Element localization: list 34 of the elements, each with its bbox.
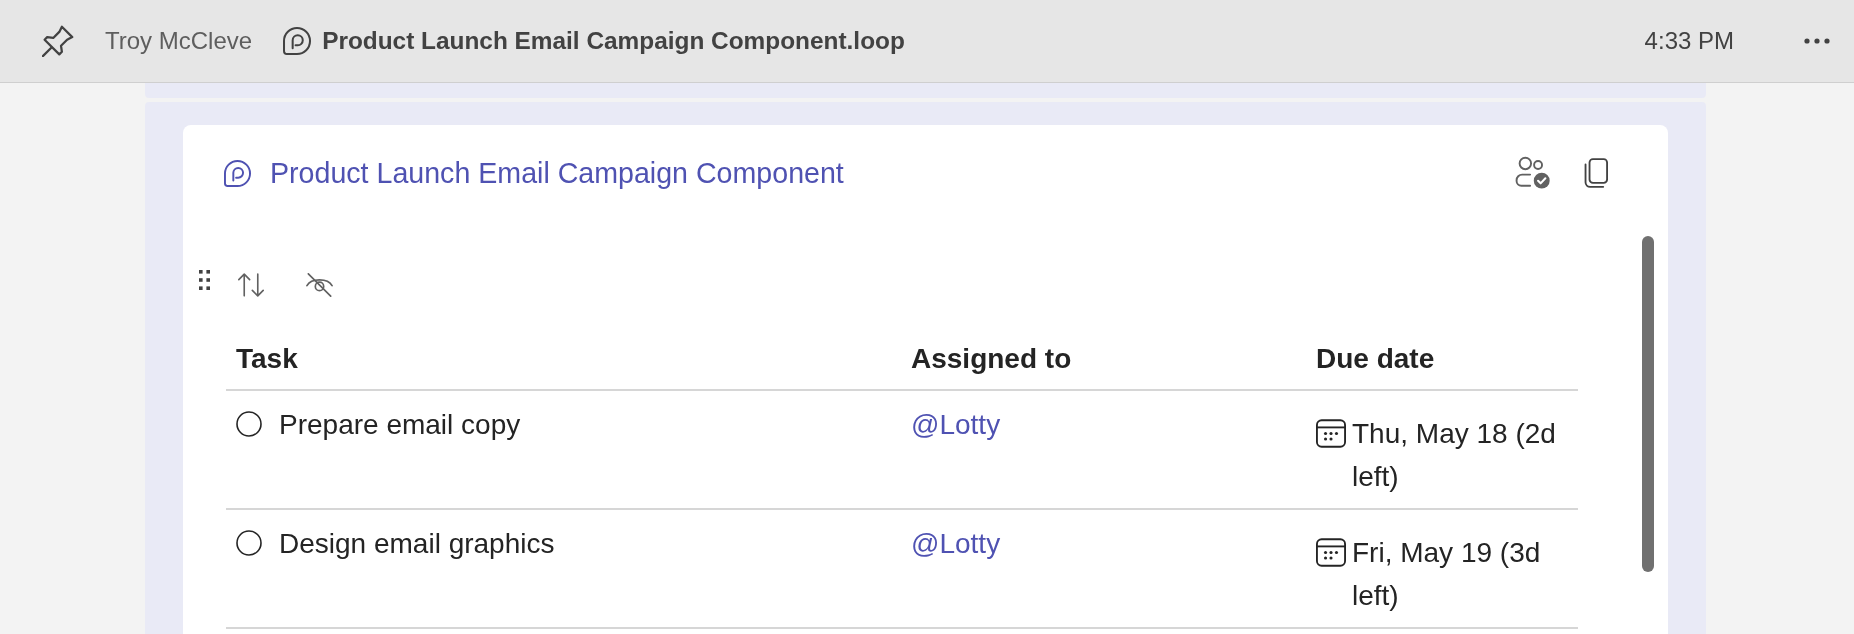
drag-handle-icon — [199, 270, 210, 290]
loop-icon — [283, 27, 312, 55]
due-date: Fri, May 19 (3d left) — [1352, 536, 1542, 613]
author-name: Troy McCleve — [105, 27, 253, 55]
people-check-icon — [1515, 156, 1550, 190]
column-header: Task — [235, 342, 299, 376]
more-icon — [1804, 38, 1830, 44]
task-checkbox[interactable] — [236, 411, 262, 437]
more-button[interactable] — [1804, 37, 1830, 45]
sort-button[interactable] — [238, 273, 264, 297]
pin-icon — [42, 25, 74, 57]
calendar-icon — [1316, 538, 1346, 567]
drag-handle[interactable] — [199, 270, 210, 290]
hide-button[interactable] — [306, 273, 333, 297]
column-header: Assigned to — [910, 342, 1073, 376]
mention-link[interactable]: @Lotty — [911, 409, 1001, 440]
loop-icon — [224, 159, 251, 187]
clock-time: 4:33 PM — [1644, 27, 1734, 55]
scrollbar-thumb[interactable] — [1642, 236, 1654, 572]
due-date: Thu, May 18 (2d left) — [1352, 417, 1557, 494]
eye-off-icon — [306, 273, 333, 297]
calendar-icon — [1316, 419, 1346, 448]
share-button[interactable] — [1515, 156, 1550, 190]
column-header: Due date — [1315, 342, 1436, 376]
component-title-link[interactable]: Product Launch Email Campaign Component — [270, 155, 844, 191]
mention-link[interactable]: @Lotty — [911, 528, 1001, 559]
file-name: Product Launch Email Campaign Component.loop — [322, 27, 905, 55]
copy-icon — [1584, 157, 1608, 189]
sort-icon — [238, 273, 264, 297]
task-name: Prepare email copy — [279, 408, 521, 442]
copy-button[interactable] — [1584, 157, 1608, 189]
task-name: Design email graphics — [279, 527, 555, 561]
pin-button[interactable] — [42, 25, 74, 57]
task-checkbox[interactable] — [236, 530, 262, 556]
